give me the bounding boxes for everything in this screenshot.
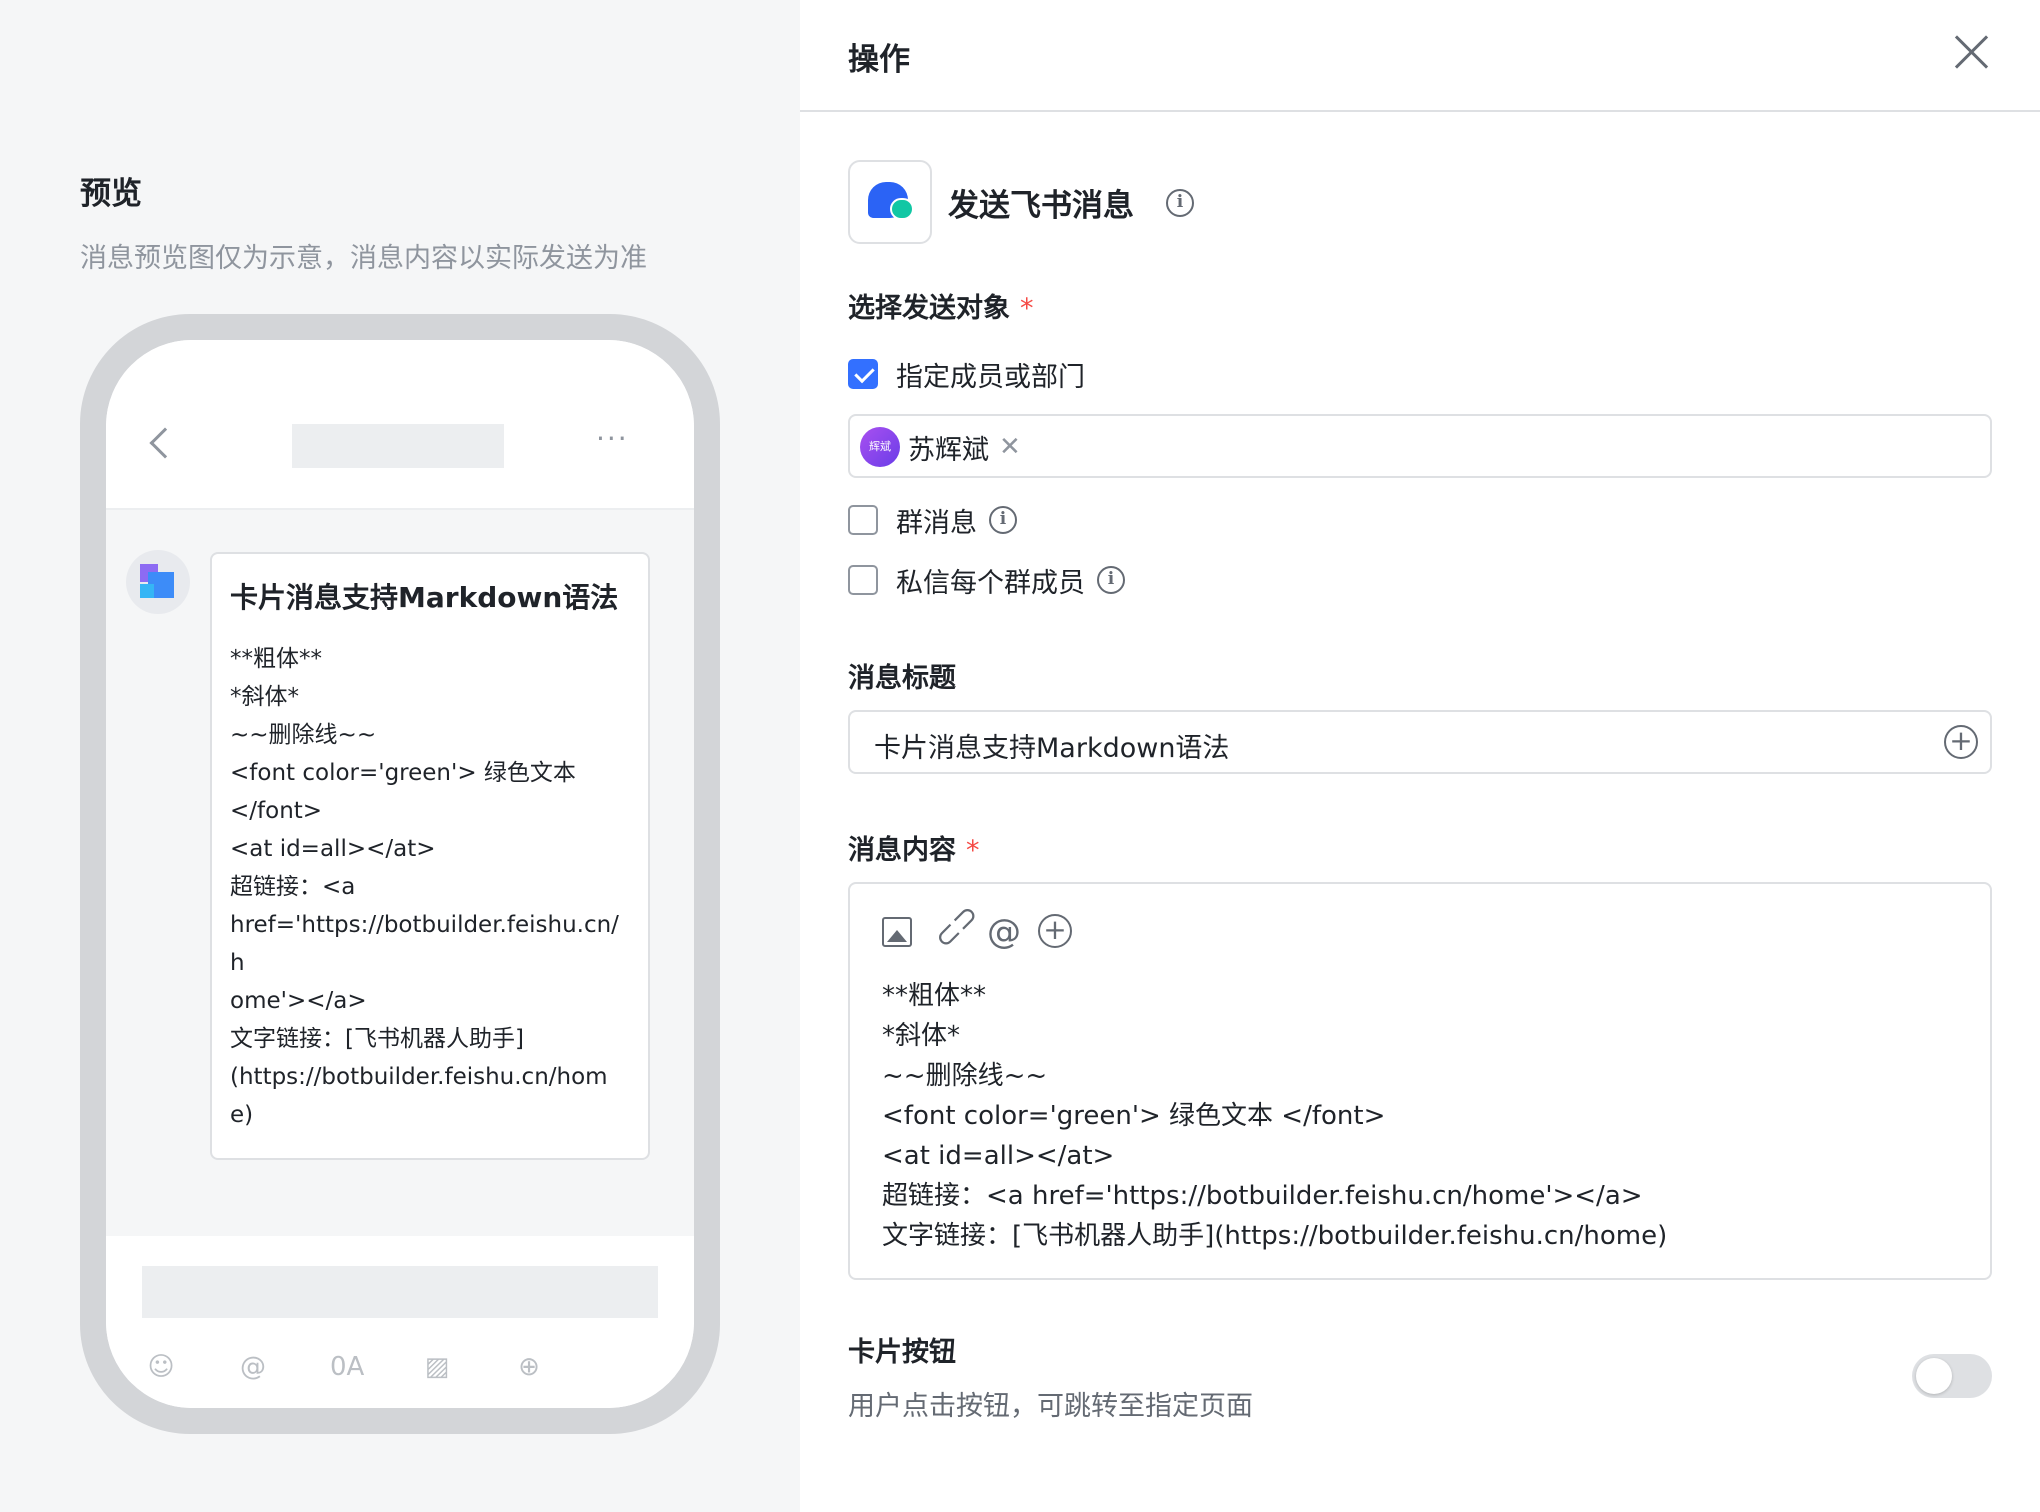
preview-pane: 预览 消息预览图仅为示意，消息内容以实际发送为准 ··· 卡片消息支持Markd… [0,0,800,1512]
preview-subtitle: 消息预览图仅为示意，消息内容以实际发送为准 [80,243,647,274]
card-button-description: 用户点击按钮，可跳转至指定页面 [848,1391,1253,1422]
card-line: </font> [230,798,323,824]
avatar: 辉斌 [860,427,900,467]
editor-line[interactable]: 超链接：<a href='https://botbuilder.feishu.c… [882,1176,1962,1216]
card-line: ome'></a> [230,988,367,1014]
message-input-placeholder [142,1266,658,1318]
message-title-value[interactable]: 卡片消息支持Markdown语法 [874,726,1229,765]
card-button-label: 卡片按钮 [848,1337,956,1368]
editor-body[interactable]: **粗体** *斜体* ~~删除线~~ <font color='green'> 绿色… [882,976,1962,1256]
send-message-icon [848,160,932,244]
card-button-toggle[interactable] [1912,1354,1992,1398]
card-line: <at id=all></at> [230,836,436,862]
editor-toolbar: ⊂⊃ @ + [882,896,1088,957]
member-name: 苏辉斌 [908,434,989,466]
editor-line[interactable]: *斜体* [882,1016,1962,1056]
dm-each-member-checkbox[interactable] [848,565,878,595]
plus-icon: ⊕ [518,1352,540,1382]
card-line: **粗体** [230,646,322,672]
group-message-checkbox[interactable] [848,505,878,535]
option-label: 指定成员或部门 [896,361,1085,393]
phone-screen: ··· 卡片消息支持Markdown语法 **粗体** *斜体* ~~删除线~~ <f… [106,340,694,1408]
editor-line[interactable]: **粗体** [882,976,1962,1016]
message-title-input[interactable]: 卡片消息支持Markdown语法 + [848,710,1992,774]
image-icon[interactable] [882,917,912,947]
close-button[interactable] [1952,32,1992,72]
editor-line[interactable]: ~~删除线~~ [882,1056,1962,1096]
smile-icon: ☺ [147,1352,175,1382]
member-select-field[interactable]: 辉斌 苏辉斌 ✕ [848,414,1992,478]
option-label: 私信每个群成员 [896,567,1085,599]
card-title: 卡片消息支持Markdown语法 [230,581,619,614]
card-line: 超链接：<a [230,874,356,900]
more-icon: ··· [596,422,629,455]
card-line: href='https://botbuilder.feishu.cn/h [230,912,619,976]
recipient-label: 选择发送对象 * [848,293,1034,324]
editor-line[interactable]: <at id=all></at> [882,1136,1962,1176]
info-icon[interactable]: i [1166,189,1194,217]
plus-icon[interactable]: + [1038,914,1072,948]
link-icon[interactable]: ⊂⊃ [927,896,987,958]
phone-header: ··· [106,340,694,510]
operation-panel: 操作 发送飞书消息 i 选择发送对象 * 指定成员或部门 辉斌 苏辉斌 ✕ 群消息… [800,0,2040,1512]
at-icon: @ [240,1352,266,1382]
option-label: 群消息 [896,507,977,539]
panel-title: 操作 [848,42,910,78]
image-icon: ▨ [424,1352,450,1382]
message-content-label: 消息内容 * [848,835,980,866]
card-body: **粗体** *斜体* ~~删除线~~ <font color='green'> 绿色… [230,640,630,1134]
panel-header: 操作 [800,0,2040,112]
member-tag: 辉斌 苏辉斌 ✕ [860,426,1021,468]
toggle-knob [1916,1358,1952,1394]
info-icon[interactable]: i [989,506,1017,534]
message-title-label: 消息标题 [848,663,956,694]
card-line: 文字链接：[飞书机器人助手] [230,1026,524,1052]
chat-area: 卡片消息支持Markdown语法 **粗体** *斜体* ~~删除线~~ <font … [106,510,694,1236]
remove-member-icon[interactable]: ✕ [999,432,1021,462]
action-name: 发送飞书消息 [948,188,1134,224]
editor-line[interactable]: 文字链接：[飞书机器人助手](https://botbuilder.feishu… [882,1216,1962,1256]
required-mark: * [966,835,980,866]
at-icon[interactable]: @ [986,914,1022,950]
preview-title: 预览 [80,176,142,212]
card-line: *斜体* [230,684,299,710]
required-mark: * [1020,293,1034,324]
info-icon[interactable]: i [1097,566,1125,594]
card-line: ~~删除线~~ [230,722,377,748]
option-member-department[interactable]: 指定成员或部门 [848,357,1085,393]
phone-mockup: ··· 卡片消息支持Markdown语法 **粗体** *斜体* ~~删除线~~ <f… [80,314,720,1434]
font-icon: 0A [330,1352,365,1382]
message-content-editor[interactable]: ⊂⊃ @ + **粗体** *斜体* ~~删除线~~ <font color='gre… [848,882,1992,1280]
editor-line[interactable]: <font color='green'> 绿色文本 </font> [882,1096,1962,1136]
back-arrow-icon [149,427,181,459]
option-dm-each-member[interactable]: 私信每个群成员 i [848,563,1125,599]
card-line: <font color='green'> 绿色文本 [230,760,576,786]
insert-variable-icon[interactable]: + [1944,725,1978,759]
chat-title-placeholder [292,424,504,468]
message-card-preview: 卡片消息支持Markdown语法 **粗体** *斜体* ~~删除线~~ <font … [210,552,650,1160]
member-department-checkbox[interactable] [848,359,878,389]
phone-footer: ☺ @0A ▨ ⊕ [106,1236,694,1408]
bot-avatar [126,550,190,614]
card-line: (https://botbuilder.feishu.cn/home) [230,1064,608,1128]
option-group-message[interactable]: 群消息 i [848,503,1017,539]
